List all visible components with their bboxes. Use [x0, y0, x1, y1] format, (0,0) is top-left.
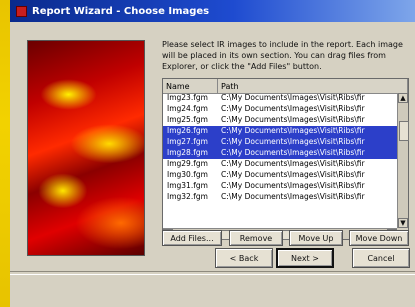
- table-row[interactable]: Img23.fgm C:\My Documents\Images\Visit\Ri…: [163, 93, 397, 104]
- table-row[interactable]: Img32.fgm C:\My Documents\Images\Visit\Ri…: [163, 192, 397, 203]
- file-path-cell: C:\My Documents\Images\Visit\Ribs\fir: [221, 115, 365, 124]
- file-name-cell: Img26.fgm: [167, 126, 208, 135]
- file-path-cell: C:\My Documents\Images\Visit\Ribs\fir: [221, 170, 365, 179]
- file-name-cell: Img28.fgm: [167, 148, 208, 157]
- file-name-cell: Img29.fgm: [167, 159, 208, 168]
- file-name-cell: Img24.fgm: [167, 104, 208, 113]
- file-name-cell: Img32.fgm: [167, 192, 208, 201]
- table-row[interactable]: Img27.fgm C:\My Documents\Images\Visit\Ri…: [163, 137, 397, 148]
- table-row[interactable]: Img30.fgm C:\My Documents\Images\Visit\Ri…: [163, 170, 397, 181]
- list-header: Name Path: [163, 79, 408, 94]
- app-icon: [16, 5, 27, 17]
- file-name-cell: Img25.fgm: [167, 115, 208, 124]
- thermal-image-preview: [27, 40, 145, 256]
- move-down-button[interactable]: Move Down: [349, 230, 409, 246]
- file-path-cell: C:\My Documents\Images\Visit\Ribs\fir: [221, 148, 365, 157]
- list-rows: Img23.fgm C:\My Documents\Images\Visit\Ri…: [163, 93, 397, 228]
- file-name-cell: Img31.fgm: [167, 181, 208, 190]
- file-path-cell: C:\My Documents\Images\Visit\Ribs\fir: [221, 93, 365, 102]
- move-up-button[interactable]: Move Up: [289, 230, 343, 246]
- file-path-cell: C:\My Documents\Images\Visit\Ribs\fir: [221, 192, 365, 201]
- table-row[interactable]: Img31.fgm C:\My Documents\Images\Visit\Ri…: [163, 181, 397, 192]
- file-path-cell: C:\My Documents\Images\Visit\Ribs\fir: [221, 159, 365, 168]
- column-header-name[interactable]: Name: [163, 79, 218, 93]
- wizard-window: Please select IR images to include in th…: [10, 22, 415, 307]
- vertical-scroll-thumb[interactable]: [399, 121, 409, 141]
- file-name-cell: Img27.fgm: [167, 137, 208, 146]
- file-path-cell: C:\My Documents\Images\Visit\Ribs\fir: [221, 126, 365, 135]
- column-header-path[interactable]: Path: [218, 79, 408, 93]
- file-path-cell: C:\My Documents\Images\Visit\Ribs\fir: [221, 181, 365, 190]
- vertical-scrollbar[interactable]: ▲ ▼: [397, 93, 409, 228]
- back-button[interactable]: < Back: [215, 248, 273, 268]
- title-bar[interactable]: Report Wizard - Choose Images: [10, 0, 415, 22]
- scroll-down-arrow-icon[interactable]: ▼: [398, 218, 408, 228]
- background-strip: [0, 0, 10, 307]
- cancel-button[interactable]: Cancel: [352, 248, 410, 268]
- table-row[interactable]: Img24.fgm C:\My Documents\Images\Visit\Ri…: [163, 104, 397, 115]
- remove-button[interactable]: Remove: [229, 230, 283, 246]
- add-files-button[interactable]: Add Files...: [162, 230, 222, 246]
- table-row[interactable]: Img29.fgm C:\My Documents\Images\Visit\Ri…: [163, 159, 397, 170]
- table-row[interactable]: Img26.fgm C:\My Documents\Images\Visit\Ri…: [163, 126, 397, 137]
- instructions-text: Please select IR images to include in th…: [162, 40, 403, 71]
- table-row[interactable]: Img25.fgm C:\My Documents\Images\Visit\Ri…: [163, 115, 397, 126]
- file-path-cell: C:\My Documents\Images\Visit\Ribs\fir: [221, 137, 365, 146]
- image-list[interactable]: Name Path Img23.fgm C:\My Documents\Image…: [162, 78, 409, 240]
- scroll-up-arrow-icon[interactable]: ▲: [398, 93, 408, 103]
- footer-divider: [10, 271, 415, 275]
- window-title: Report Wizard - Choose Images: [32, 5, 210, 17]
- file-path-cell: C:\My Documents\Images\Visit\Ribs\fir: [221, 104, 365, 113]
- file-name-cell: Img30.fgm: [167, 170, 208, 179]
- file-name-cell: Img23.fgm: [167, 93, 208, 102]
- next-button[interactable]: Next >: [276, 248, 334, 268]
- table-row[interactable]: Img28.fgm C:\My Documents\Images\Visit\Ri…: [163, 148, 397, 159]
